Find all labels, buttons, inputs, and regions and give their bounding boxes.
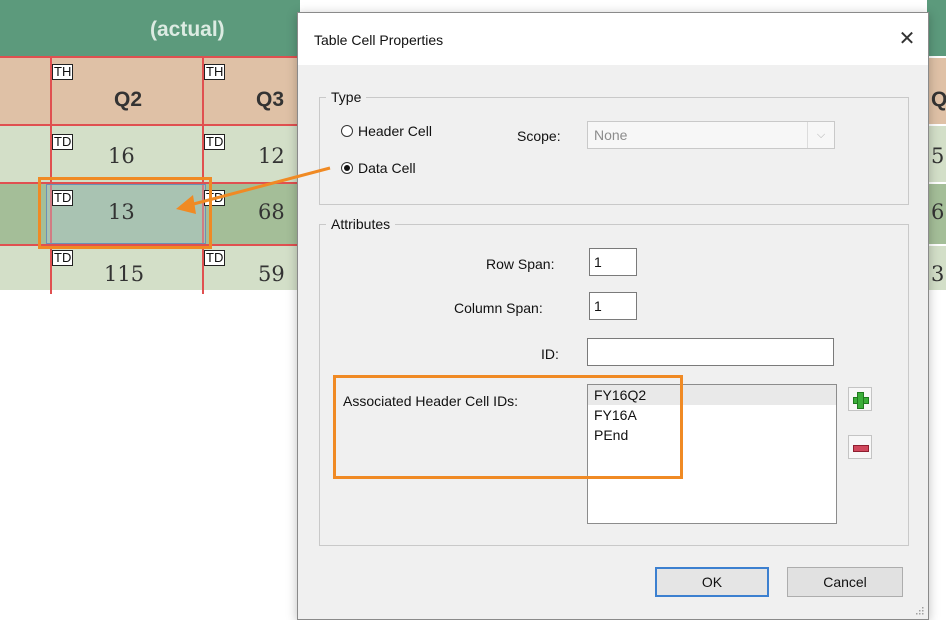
annotation-arrow (176, 166, 331, 214)
